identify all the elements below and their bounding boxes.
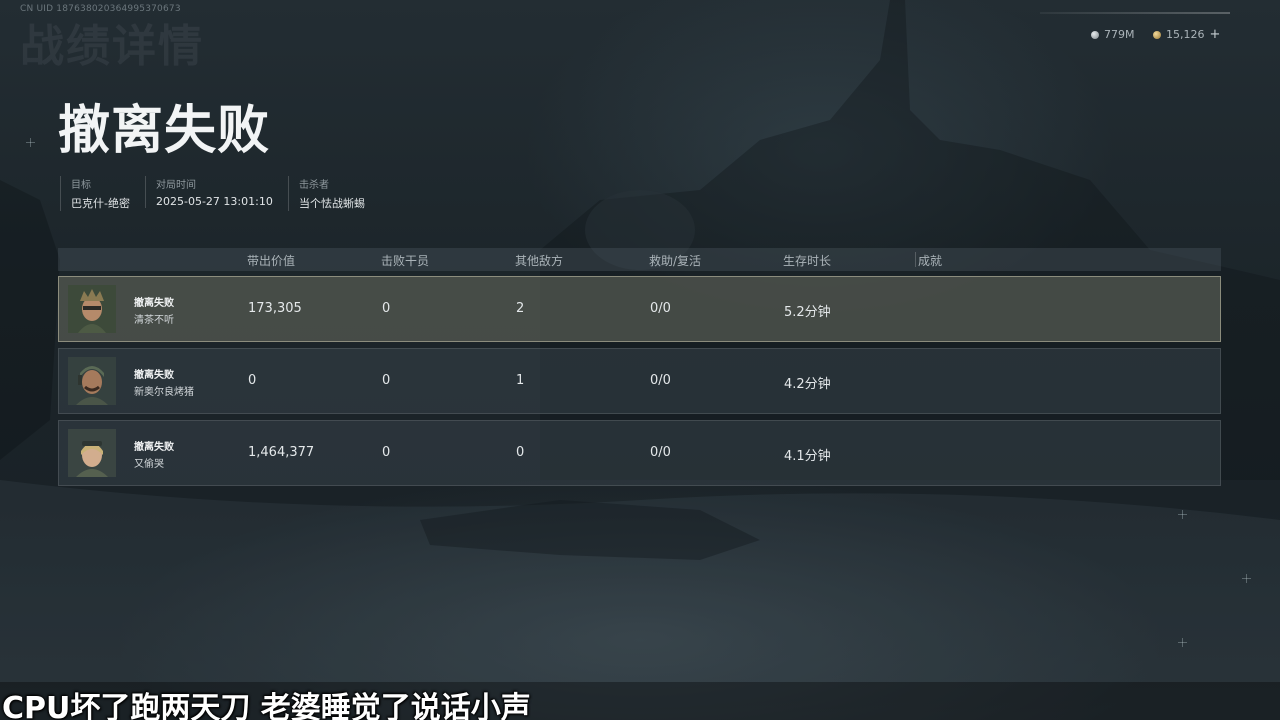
column-header-value: 带出价值 <box>247 254 296 268</box>
table-header: 带出价值 击败干员 其他敌方 救助/复活 生存时长 成就 <box>58 248 1221 271</box>
page-watermark: 战绩详情 <box>20 21 204 72</box>
crosshair-decoration <box>1242 574 1251 583</box>
meta-label: 击杀者 <box>299 180 329 191</box>
currency-silver: 779M <box>1091 28 1135 41</box>
avatar <box>68 429 116 477</box>
cell-value: 173,305 <box>248 301 302 316</box>
cell-kills: 0 <box>382 301 391 316</box>
column-divider <box>915 252 916 267</box>
column-header-other-enemies: 其他敌方 <box>515 254 564 268</box>
meta-value: 2025-05-27 13:01:10 <box>156 195 273 208</box>
video-subtitle: CPU坏了跑两天刀 老婆睡觉了说话小声 <box>2 691 531 720</box>
avatar <box>68 285 116 333</box>
crosshair-decoration <box>26 138 35 147</box>
player-status: 撤离失败 <box>134 442 174 453</box>
operator-portrait <box>68 285 116 333</box>
cell-assist: 0/0 <box>650 373 671 388</box>
operator-portrait <box>68 429 116 477</box>
add-currency-icon[interactable]: + <box>1210 28 1221 41</box>
table-row[interactable]: 撤离失败 新奥尔良烤猪 0 0 1 0/0 4.2分钟 <box>58 348 1221 414</box>
cell-value: 0 <box>248 373 257 388</box>
cell-value: 1,464,377 <box>248 445 315 460</box>
battle-record-screen: CN UID 187638020364995370673 战绩详情 779M 1… <box>0 0 1280 720</box>
operator-portrait <box>68 357 116 405</box>
cell-other-enemies: 0 <box>516 445 525 460</box>
meta-killer: 击杀者 当个怯战蜥蜴 <box>288 176 365 211</box>
cell-assist: 0/0 <box>650 445 671 460</box>
avatar <box>68 357 116 405</box>
player-status: 撤离失败 <box>134 370 174 381</box>
cell-other-enemies: 1 <box>516 373 525 388</box>
cell-survival: 5.2分钟 <box>784 305 831 320</box>
column-header-survival: 生存时长 <box>783 254 832 268</box>
crosshair-decoration <box>1178 510 1187 519</box>
meta-label: 对局时间 <box>156 180 196 191</box>
cell-other-enemies: 2 <box>516 301 525 316</box>
player-name: 清茶不听 <box>134 315 174 326</box>
cell-survival: 4.2分钟 <box>784 377 831 392</box>
column-header-assist: 救助/复活 <box>649 254 702 268</box>
player-name: 新奥尔良烤猪 <box>134 387 194 398</box>
table-row[interactable]: 撤离失败 清茶不听 173,305 0 2 0/0 5.2分钟 <box>58 276 1221 342</box>
gold-coin-icon <box>1153 30 1161 39</box>
meta-match-time: 对局时间 2025-05-27 13:01:10 <box>145 176 273 208</box>
currency-gold-value: 15,126 <box>1166 28 1205 41</box>
page-title: 撤离失败 <box>58 101 271 161</box>
table-row[interactable]: 撤离失败 又偷哭 1,464,377 0 0 0/0 4.1分钟 <box>58 420 1221 486</box>
meta-target: 目标 巴克什-绝密 <box>60 176 130 211</box>
crosshair-decoration <box>1178 638 1187 647</box>
player-name: 又偷哭 <box>134 459 164 470</box>
column-header-kills: 击败干员 <box>381 254 430 268</box>
top-divider <box>1040 12 1230 14</box>
meta-value: 巴克什-绝密 <box>71 197 130 210</box>
meta-value: 当个怯战蜥蜴 <box>299 197 365 210</box>
player-status: 撤离失败 <box>134 298 174 309</box>
cell-assist: 0/0 <box>650 301 671 316</box>
cell-kills: 0 <box>382 373 391 388</box>
meta-label: 目标 <box>71 180 91 191</box>
currency-gold[interactable]: 15,126 + <box>1153 28 1220 41</box>
cell-kills: 0 <box>382 445 391 460</box>
column-header-achievement: 成就 <box>918 254 943 268</box>
currency-silver-value: 779M <box>1104 28 1135 41</box>
silver-coin-icon <box>1091 30 1099 39</box>
cell-survival: 4.1分钟 <box>784 449 831 464</box>
